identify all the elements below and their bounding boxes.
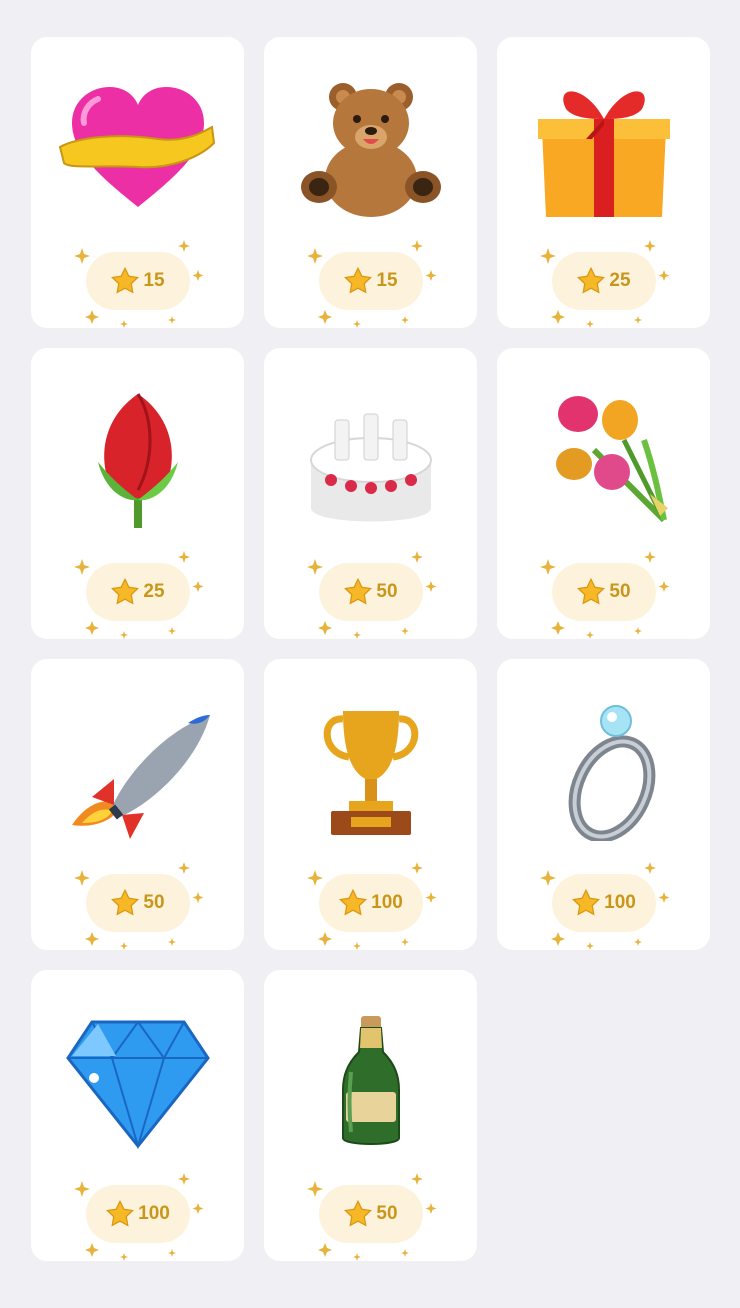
star-icon: [110, 577, 140, 607]
star-icon: [343, 1199, 373, 1229]
price-value: 15: [376, 270, 398, 291]
star-icon: [571, 888, 601, 918]
price-tag: 25: [73, 551, 203, 639]
gift-card-diamond-ring[interactable]: 100: [497, 659, 710, 950]
star-icon: [576, 577, 606, 607]
price-value: 50: [143, 892, 165, 913]
birthday-cake-icon: [291, 390, 451, 530]
gift-card-bouquet[interactable]: 50: [497, 348, 710, 639]
price-value: 100: [604, 892, 636, 913]
rose-icon: [58, 390, 218, 530]
price-tag: 25: [539, 240, 669, 328]
price-tag: 100: [73, 1173, 203, 1261]
gift-box-icon: [524, 79, 684, 219]
price-tag: 100: [306, 862, 436, 950]
teddy-bear-icon: [291, 79, 451, 219]
gift-grid: 15 15 25 25 50 50 50 100 100 100 50: [31, 37, 710, 1261]
price-value: 50: [609, 581, 631, 602]
star-icon: [110, 888, 140, 918]
price-tag: 50: [306, 1173, 436, 1261]
price-value: 25: [143, 581, 165, 602]
price-value: 15: [143, 270, 165, 291]
gift-card-gift-box[interactable]: 25: [497, 37, 710, 328]
star-icon: [338, 888, 368, 918]
gift-card-teddy-bear[interactable]: 15: [264, 37, 477, 328]
star-icon: [576, 266, 606, 296]
diamond-ring-icon: [524, 701, 684, 841]
star-icon: [110, 266, 140, 296]
bouquet-icon: [524, 390, 684, 530]
price-value: 100: [371, 892, 403, 913]
rocket-icon: [58, 701, 218, 841]
gift-card-trophy[interactable]: 100: [264, 659, 477, 950]
price-tag: 15: [306, 240, 436, 328]
price-tag: 50: [539, 551, 669, 639]
price-tag: 15: [73, 240, 203, 328]
gift-card-champagne-bottle[interactable]: 50: [264, 970, 477, 1261]
price-tag: 50: [306, 551, 436, 639]
gift-card-heart[interactable]: 15: [31, 37, 244, 328]
price-tag: 100: [539, 862, 669, 950]
gift-card-birthday-cake[interactable]: 50: [264, 348, 477, 639]
champagne-bottle-icon: [291, 1012, 451, 1152]
star-icon: [343, 266, 373, 296]
star-icon: [105, 1199, 135, 1229]
gift-card-rose[interactable]: 25: [31, 348, 244, 639]
gift-card-rocket[interactable]: 50: [31, 659, 244, 950]
gift-card-diamond[interactable]: 100: [31, 970, 244, 1261]
price-value: 100: [138, 1203, 170, 1224]
star-icon: [343, 577, 373, 607]
price-value: 50: [376, 1203, 398, 1224]
price-value: 50: [376, 581, 398, 602]
price-tag: 50: [73, 862, 203, 950]
price-value: 25: [609, 270, 631, 291]
heart-ribbon-icon: [58, 79, 218, 219]
diamond-icon: [58, 1012, 218, 1152]
trophy-icon: [291, 701, 451, 841]
